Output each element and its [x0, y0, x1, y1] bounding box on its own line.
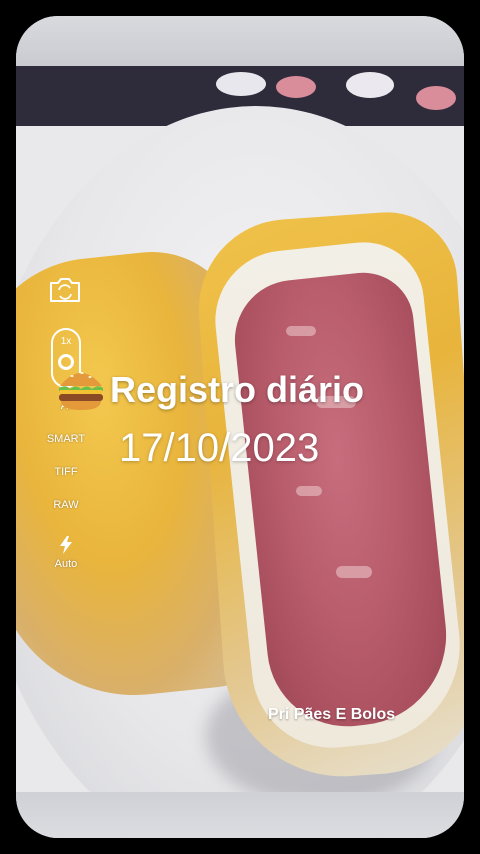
zoom-level: 1x	[60, 336, 72, 347]
brand-name: Pri Pães E Bolos	[268, 706, 396, 723]
switch-camera-icon[interactable]	[48, 276, 82, 304]
overlay-date: 17/10/2023	[119, 426, 320, 470]
overlay-title: Registro diário	[110, 369, 365, 410]
flash-icon[interactable]	[58, 536, 74, 554]
burger-emoji-icon	[59, 372, 103, 410]
mode-raw[interactable]: RAW	[31, 499, 101, 511]
mode-tiff[interactable]: TIFF	[31, 466, 101, 478]
flash-mode-label[interactable]: Auto	[31, 558, 101, 570]
mode-smart[interactable]: SMART	[31, 433, 101, 445]
camera-overlay: 1x AI SMART TIFF RAW Auto Registro diári…	[0, 0, 480, 854]
